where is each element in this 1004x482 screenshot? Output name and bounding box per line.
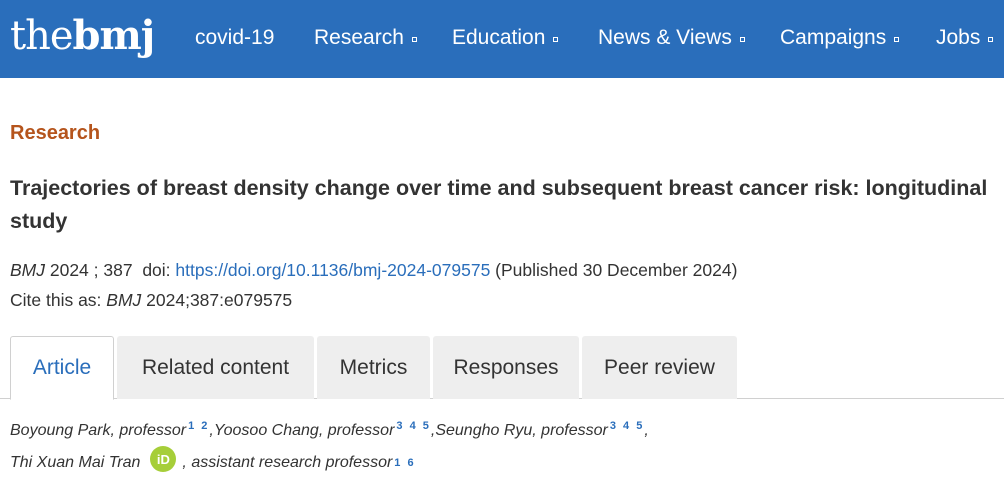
nav-covid-19[interactable]: covid-19 [195,24,274,52]
published-date: (Published 30 December 2024) [490,260,738,280]
tab-peer-review[interactable]: Peer review [582,336,737,399]
nav-label: Research [314,26,404,49]
authors-line-2: Thi Xuan Mai Tran iD , assistant researc… [10,446,416,476]
affiliation-ref[interactable]: 1 6 [394,457,415,469]
author-name[interactable]: Yoosoo Chang, professor [214,422,395,439]
dropdown-square-icon [988,36,994,42]
tab-label: Related content [141,355,290,379]
dropdown-square-icon [411,36,417,42]
author-separator: , [644,422,649,439]
affiliation-ref[interactable]: 3 4 5 [396,420,430,432]
tab-related-content[interactable]: Related content [117,336,314,399]
nav-label: Campaigns [780,26,887,49]
article-section-label: Research [10,122,101,144]
authors-line-1: Boyoung Park, professor 1 2, Yoosoo Chang,… [10,420,649,440]
year-volume: 2024 ; 387 [45,260,138,280]
dropdown-square-icon [894,36,900,42]
logo-bmj: bmj [72,12,156,59]
cite-journal: BMJ [106,290,142,310]
tab-label: Metrics [339,355,408,379]
cite-label: Cite this as: [10,290,107,310]
nav-research[interactable]: Research [314,24,417,52]
nav-label: covid-19 [195,26,275,49]
author-name[interactable]: Thi Xuan Mai Tran [10,454,140,472]
author-role: , assistant research professor [182,454,393,471]
author-name[interactable]: Boyoung Park, professor [10,422,186,439]
author-name[interactable]: Seungho Ryu, professor [435,422,608,439]
nav-label: News & Views [598,26,732,49]
journal-name: BMJ [10,260,45,280]
logo-the: the [10,13,74,59]
citation-line: BMJ 2024 ; 387 doi: https://doi.org/10.1… [10,260,737,281]
doi-link[interactable]: https://doi.org/10.1136/bmj-2024-079575 [175,260,490,280]
site-header: thebmj covid-19 Research Education News … [0,0,1004,78]
bmj-logo[interactable]: thebmj [10,12,156,62]
tab-responses[interactable]: Responses [433,336,579,399]
doi-label: doi: [137,260,176,280]
cite-as-line: Cite this as: BMJ 2024;387:e079575 [10,290,292,311]
tab-label: Article [32,356,92,379]
nav-campaigns[interactable]: Campaigns [780,24,900,52]
dropdown-square-icon [739,36,745,42]
tab-metrics[interactable]: Metrics [317,336,430,399]
dropdown-square-icon [553,36,559,42]
nav-education[interactable]: Education [452,24,559,52]
article-title: Trajectories of breast density change ov… [10,176,988,233]
nav-label: Education [452,26,546,49]
affiliation-ref[interactable]: 1 2 [188,420,209,432]
cite-reference: 2024;387:e079575 [141,290,293,310]
tab-label: Peer review [604,355,715,379]
nav-label: Jobs [936,26,981,49]
tab-label: Responses [453,355,559,379]
nav-jobs[interactable]: Jobs [936,24,994,52]
orcid-icon[interactable]: iD [150,446,177,472]
tab-article[interactable]: Article [10,336,114,400]
affiliation-ref[interactable]: 3 4 5 [610,420,644,432]
nav-news-views[interactable]: News & Views [598,24,745,52]
